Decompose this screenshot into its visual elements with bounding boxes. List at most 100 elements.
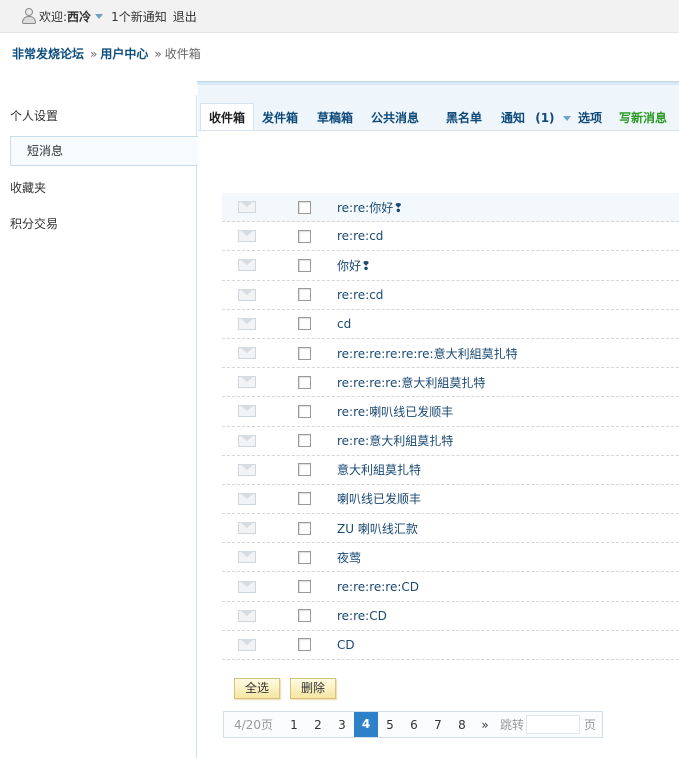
tab-notifications[interactable]: 通知 (1) xyxy=(501,109,571,126)
tab-inbox[interactable]: 收件箱 xyxy=(200,103,255,131)
message-subject-link[interactable]: re:re:re:re:CD xyxy=(337,580,419,594)
envelope-icon xyxy=(238,376,256,389)
message-checkbox[interactable] xyxy=(298,346,311,360)
envelope-icon xyxy=(238,259,256,272)
envelope-icon xyxy=(238,522,256,535)
message-checkbox[interactable] xyxy=(298,434,311,448)
page-link[interactable]: 1 xyxy=(282,718,306,732)
user-icon xyxy=(22,8,36,24)
message-subject-link[interactable]: cd xyxy=(337,317,351,331)
message-checkbox[interactable] xyxy=(298,463,311,477)
message-subject-link[interactable]: CD xyxy=(337,638,355,652)
envelope-icon xyxy=(238,230,256,243)
message-subject-link[interactable]: re:re:CD xyxy=(337,609,387,623)
sidebar-item-personal-settings[interactable]: 个人设置 xyxy=(10,107,58,124)
message-checkbox[interactable] xyxy=(298,288,311,302)
list-item: cd xyxy=(222,309,679,339)
select-all-button[interactable]: 全选 xyxy=(234,678,281,699)
page-link[interactable]: 8 xyxy=(450,718,474,732)
list-item: 夜莺 xyxy=(222,543,679,573)
message-checkbox[interactable] xyxy=(298,492,311,506)
list-item: 喇叭线已发顺丰 xyxy=(222,484,679,515)
list-item: 意大利組莫扎特 xyxy=(222,455,679,485)
envelope-icon xyxy=(238,463,256,476)
message-checkbox[interactable] xyxy=(298,580,311,594)
envelope-icon xyxy=(238,492,256,505)
list-item: re:re:cd xyxy=(222,280,679,310)
page-count: 4/20页 xyxy=(234,718,273,732)
list-item: ZU 喇叭线汇款 xyxy=(222,514,679,544)
tab-notifications-label: 通知 xyxy=(501,111,526,125)
message-list: re:re:你好❢ re:re:cd 你好❢ re:re:cd cd re:re… xyxy=(222,193,679,660)
list-item: re:re:喇叭线已发顺丰 xyxy=(222,397,679,427)
list-item: re:re:re:re:CD xyxy=(222,572,679,602)
tab-public-messages[interactable]: 公共消息 xyxy=(371,109,419,126)
message-checkbox[interactable] xyxy=(298,550,311,564)
message-subject-link[interactable]: re:re:意大利組莫扎特 xyxy=(337,432,453,449)
page-link[interactable]: 6 xyxy=(402,718,426,732)
page-unit-label: 页 xyxy=(584,718,597,732)
message-subject-link[interactable]: ZU 喇叭线汇款 xyxy=(337,520,418,537)
tab-options[interactable]: 选项 xyxy=(578,109,602,126)
next-page-link[interactable]: » xyxy=(474,718,496,732)
message-checkbox[interactable] xyxy=(298,229,311,243)
message-subject-link[interactable]: re:re:你好❢ xyxy=(337,199,403,216)
sidebar-item-favorites[interactable]: 收藏夹 xyxy=(10,179,46,196)
message-subject-link[interactable]: re:re:喇叭线已发顺丰 xyxy=(337,403,453,420)
tab-drafts[interactable]: 草稿箱 xyxy=(317,109,353,126)
envelope-icon xyxy=(238,405,256,418)
message-subject-link[interactable]: 喇叭线已发顺丰 xyxy=(337,490,421,507)
message-subject-link[interactable]: re:re:cd xyxy=(337,229,383,243)
jump-label: 跳转 xyxy=(500,718,525,732)
jump-page-input[interactable] xyxy=(526,715,581,734)
chevron-down-icon[interactable] xyxy=(562,116,571,121)
message-subject-link[interactable]: 意大利組莫扎特 xyxy=(337,461,421,478)
tab-blacklist[interactable]: 黑名单 xyxy=(446,109,482,126)
top-bar: 欢迎: 西冷 1个新通知 退出 xyxy=(0,0,679,33)
notification-link[interactable]: 1个新通知 xyxy=(111,8,167,25)
message-subject-link[interactable]: 夜莺 xyxy=(337,549,361,566)
envelope-icon xyxy=(238,609,256,622)
logout-link[interactable]: 退出 xyxy=(173,8,197,25)
breadcrumb-current: 收件箱 xyxy=(164,47,201,61)
page-link[interactable]: 3 xyxy=(330,718,354,732)
message-checkbox[interactable] xyxy=(298,609,311,623)
sidebar-item-points-trade[interactable]: 积分交易 xyxy=(10,215,58,232)
list-item: re:re:cd xyxy=(222,222,679,252)
message-checkbox[interactable] xyxy=(298,258,311,272)
breadcrumb-separator: » xyxy=(154,46,162,61)
message-subject-link[interactable]: re:re:re:re:意大利組莫扎特 xyxy=(337,374,485,391)
envelope-icon xyxy=(238,317,256,330)
tab-sent[interactable]: 发件箱 xyxy=(262,109,298,126)
message-checkbox[interactable] xyxy=(298,521,311,535)
page-link[interactable]: 5 xyxy=(378,718,402,732)
breadcrumb-forum-link[interactable]: 非常发烧论坛 xyxy=(12,45,84,62)
message-subject-link[interactable]: 你好❢ xyxy=(337,257,371,274)
message-checkbox[interactable] xyxy=(298,404,311,418)
list-item: CD xyxy=(222,630,679,660)
breadcrumb: 非常发烧论坛 » 用户中心 » 收件箱 xyxy=(12,45,201,62)
message-checkbox[interactable] xyxy=(298,200,311,214)
list-item: 你好❢ xyxy=(222,251,679,281)
message-tabs: 收件箱 发件箱 草稿箱 公共消息 黑名单 通知 (1) 选项 写新消息 xyxy=(198,85,679,131)
message-checkbox[interactable] xyxy=(298,375,311,389)
envelope-icon xyxy=(238,434,256,447)
chevron-down-icon[interactable] xyxy=(95,13,104,19)
message-checkbox[interactable] xyxy=(298,317,311,331)
notification-count: (1) xyxy=(535,111,555,125)
current-page: 4 xyxy=(354,712,378,737)
page-link[interactable]: 2 xyxy=(306,718,330,732)
username-link[interactable]: 西冷 xyxy=(67,8,91,25)
message-subject-link[interactable]: re:re:cd xyxy=(337,288,383,302)
breadcrumb-user-center-link[interactable]: 用户中心 xyxy=(100,45,148,62)
delete-button[interactable]: 删除 xyxy=(290,678,337,699)
breadcrumb-separator: » xyxy=(90,46,98,61)
tabs-divider xyxy=(198,130,679,131)
message-subject-link[interactable]: re:re:re:re:re:re:意大利組莫扎特 xyxy=(337,345,518,362)
sidebar-item-short-messages[interactable]: 短消息 xyxy=(10,136,198,166)
welcome-label: 欢迎: xyxy=(39,9,68,24)
page-link[interactable]: 7 xyxy=(426,718,450,732)
message-checkbox[interactable] xyxy=(298,638,311,652)
tab-compose[interactable]: 写新消息 xyxy=(619,109,667,126)
envelope-icon xyxy=(238,288,256,301)
